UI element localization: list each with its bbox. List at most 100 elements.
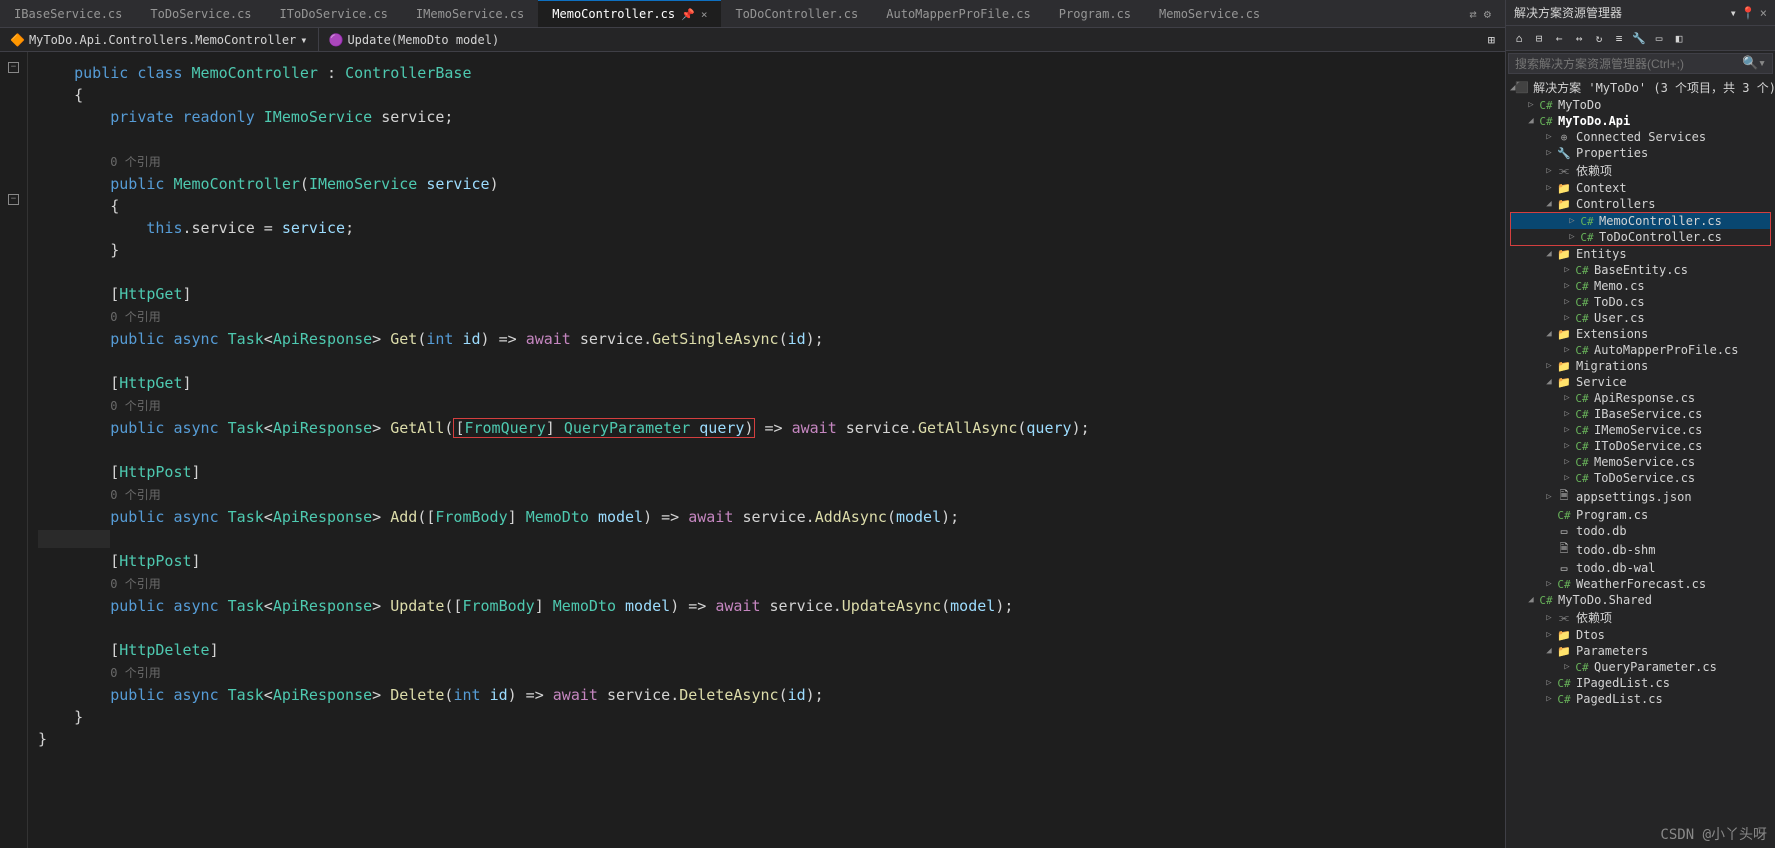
method-icon: 🟣	[329, 33, 344, 47]
tree-file[interactable]: ▷C#BaseEntity.cs	[1506, 262, 1775, 278]
tree-item[interactable]: ▷⫘依赖项	[1506, 608, 1775, 627]
cs-icon: C#	[1574, 408, 1590, 421]
tab-memocontroller[interactable]: MemoController.cs📌×	[538, 0, 721, 27]
tree-item[interactable]: ▷🔧Properties	[1506, 145, 1775, 161]
cs-icon: C#	[1574, 312, 1590, 325]
nav-split-icon[interactable]: ⊞	[1478, 31, 1505, 49]
cs-icon: C#	[1556, 578, 1572, 591]
tree-file[interactable]: ▷C#IPagedList.cs	[1506, 675, 1775, 691]
tree-file[interactable]: ▷C#ToDoService.cs	[1506, 470, 1775, 486]
tree-solution[interactable]: ◢⬛解决方案 'MyToDo' (3 个项目，共 3 个)	[1506, 78, 1775, 97]
tree-file[interactable]: ▷🗎appsettings.json	[1506, 486, 1775, 507]
tree-file-todocontroller[interactable]: ▷C#ToDoController.cs	[1511, 229, 1770, 245]
tree-folder[interactable]: ◢📁Service	[1506, 374, 1775, 390]
tree-folder[interactable]: ◢📁Entitys	[1506, 246, 1775, 262]
tree-project[interactable]: ▷C#MyToDo	[1506, 97, 1775, 113]
codelens-refs[interactable]: 0 个引用	[110, 310, 160, 324]
tree-file[interactable]: ▷C#PagedList.cs	[1506, 691, 1775, 707]
tree-file-memocontroller[interactable]: ▷C#MemoController.cs	[1511, 213, 1770, 229]
tree-folder[interactable]: ▷📁Context	[1506, 180, 1775, 196]
tab-overflow-icon[interactable]: ⇄ ⚙	[1455, 0, 1505, 27]
folder-icon: 📁	[1556, 182, 1572, 195]
tab-todoservice[interactable]: ToDoService.cs	[136, 0, 265, 27]
tree-item[interactable]: ▷⫘依赖项	[1506, 161, 1775, 180]
codelens-refs[interactable]: 0 个引用	[110, 666, 160, 680]
tree-file[interactable]: ▷C#QueryParameter.cs	[1506, 659, 1775, 675]
search-input[interactable]	[1515, 57, 1742, 71]
panel-toolbar: ⌂ ⊟ ← ↔ ↻ ≡ 🔧 ▭ ◧	[1506, 26, 1775, 51]
tree-file[interactable]: ▷C#Memo.cs	[1506, 278, 1775, 294]
cs-icon: C#	[1574, 344, 1590, 357]
search-box[interactable]: 🔍▾	[1508, 53, 1773, 74]
tree-item[interactable]: ▷⊕Connected Services	[1506, 129, 1775, 145]
tree-folder[interactable]: ▷📁Migrations	[1506, 358, 1775, 374]
home-icon[interactable]: ⌂	[1510, 29, 1528, 47]
cs-icon: C#	[1579, 231, 1595, 244]
refresh-icon[interactable]: ↻	[1590, 29, 1608, 47]
cs-icon: C#	[1556, 693, 1572, 706]
tree-file[interactable]: ▷C#ApiResponse.cs	[1506, 390, 1775, 406]
tab-program[interactable]: Program.cs	[1045, 0, 1145, 27]
tree-file[interactable]: 🗎todo.db-shm	[1506, 539, 1775, 560]
nav-member[interactable]: 🟣Update(MemoDto model)	[319, 31, 1478, 49]
csproj-icon: C#	[1538, 99, 1554, 112]
tab-itodoservice[interactable]: IToDoService.cs	[266, 0, 402, 27]
tree-folder[interactable]: ▷📁Dtos	[1506, 627, 1775, 643]
pin-icon[interactable]: 📍	[1741, 6, 1756, 20]
collapse-button[interactable]: −	[8, 194, 19, 205]
close-icon[interactable]: ×	[1760, 6, 1767, 20]
cs-icon: C#	[1556, 509, 1572, 522]
folder-icon: 📁	[1556, 328, 1572, 341]
preview-icon[interactable]: ◧	[1670, 29, 1688, 47]
search-icon[interactable]: 🔍▾	[1742, 56, 1766, 71]
tree-folder[interactable]: ◢📁Extensions	[1506, 326, 1775, 342]
properties-icon[interactable]: 🔧	[1630, 29, 1648, 47]
sync-icon[interactable]: ↔	[1570, 29, 1588, 47]
filter-icon[interactable]: ≡	[1610, 29, 1628, 47]
tree-file[interactable]: ▷C#ToDo.cs	[1506, 294, 1775, 310]
tree-file[interactable]: ▭todo.db-wal	[1506, 560, 1775, 576]
cs-icon: C#	[1574, 424, 1590, 437]
editor-area: IBaseService.cs ToDoService.cs IToDoServ…	[0, 0, 1505, 848]
cs-icon: C#	[1574, 472, 1590, 485]
pin-icon[interactable]: 📌	[681, 8, 695, 21]
tree-file[interactable]: ▷C#User.cs	[1506, 310, 1775, 326]
tree-file[interactable]: C#Program.cs	[1506, 507, 1775, 523]
tree-folder[interactable]: ◢📁Controllers	[1506, 196, 1775, 212]
back-icon[interactable]: ←	[1550, 29, 1568, 47]
tree-file[interactable]: ▷C#AutoMapperProFile.cs	[1506, 342, 1775, 358]
tab-bar: IBaseService.cs ToDoService.cs IToDoServ…	[0, 0, 1505, 28]
nav-class[interactable]: 🔶MyToDo.Api.Controllers.MemoController▾	[0, 31, 318, 49]
tree-file[interactable]: ▷C#MemoService.cs	[1506, 454, 1775, 470]
tab-imemoservice[interactable]: IMemoService.cs	[402, 0, 538, 27]
tree-file[interactable]: ▷C#IBaseService.cs	[1506, 406, 1775, 422]
cs-icon: C#	[1574, 280, 1590, 293]
tree-project[interactable]: ◢C#MyToDo.Api	[1506, 113, 1775, 129]
codelens-refs[interactable]: 0 个引用	[110, 155, 160, 169]
codelens-refs[interactable]: 0 个引用	[110, 488, 160, 502]
tree-folder[interactable]: ◢📁Parameters	[1506, 643, 1775, 659]
tab-todocontroller[interactable]: ToDoController.cs	[721, 0, 872, 27]
panel-title: 解决方案资源管理器	[1514, 4, 1622, 21]
showall-icon[interactable]: ▭	[1650, 29, 1668, 47]
folder-icon: 📁	[1556, 248, 1572, 261]
folder-icon: 📁	[1556, 360, 1572, 373]
tree-project[interactable]: ◢C#MyToDo.Shared	[1506, 592, 1775, 608]
close-icon[interactable]: ×	[701, 8, 708, 21]
solution-explorer: 解决方案资源管理器 ▾ 📍 × ⌂ ⊟ ← ↔ ↻ ≡ 🔧 ▭ ◧ 🔍▾ ◢⬛解…	[1505, 0, 1775, 848]
csproj-icon: C#	[1538, 594, 1554, 607]
dropdown-icon[interactable]: ▾	[1730, 6, 1737, 20]
cs-icon: C#	[1574, 661, 1590, 674]
tree-file[interactable]: ▷C#IToDoService.cs	[1506, 438, 1775, 454]
tree-file[interactable]: ▭todo.db	[1506, 523, 1775, 539]
codelens-refs[interactable]: 0 个引用	[110, 577, 160, 591]
tab-memoservice[interactable]: MemoService.cs	[1145, 0, 1274, 27]
collapse-button[interactable]: −	[8, 62, 19, 73]
code-content[interactable]: public class MemoController : Controller…	[28, 52, 1505, 848]
tab-ibaseservice[interactable]: IBaseService.cs	[0, 0, 136, 27]
tree-file[interactable]: ▷C#WeatherForecast.cs	[1506, 576, 1775, 592]
tab-automapper[interactable]: AutoMapperProFile.cs	[872, 0, 1045, 27]
tree-file[interactable]: ▷C#IMemoService.cs	[1506, 422, 1775, 438]
collapse-icon[interactable]: ⊟	[1530, 29, 1548, 47]
codelens-refs[interactable]: 0 个引用	[110, 399, 160, 413]
